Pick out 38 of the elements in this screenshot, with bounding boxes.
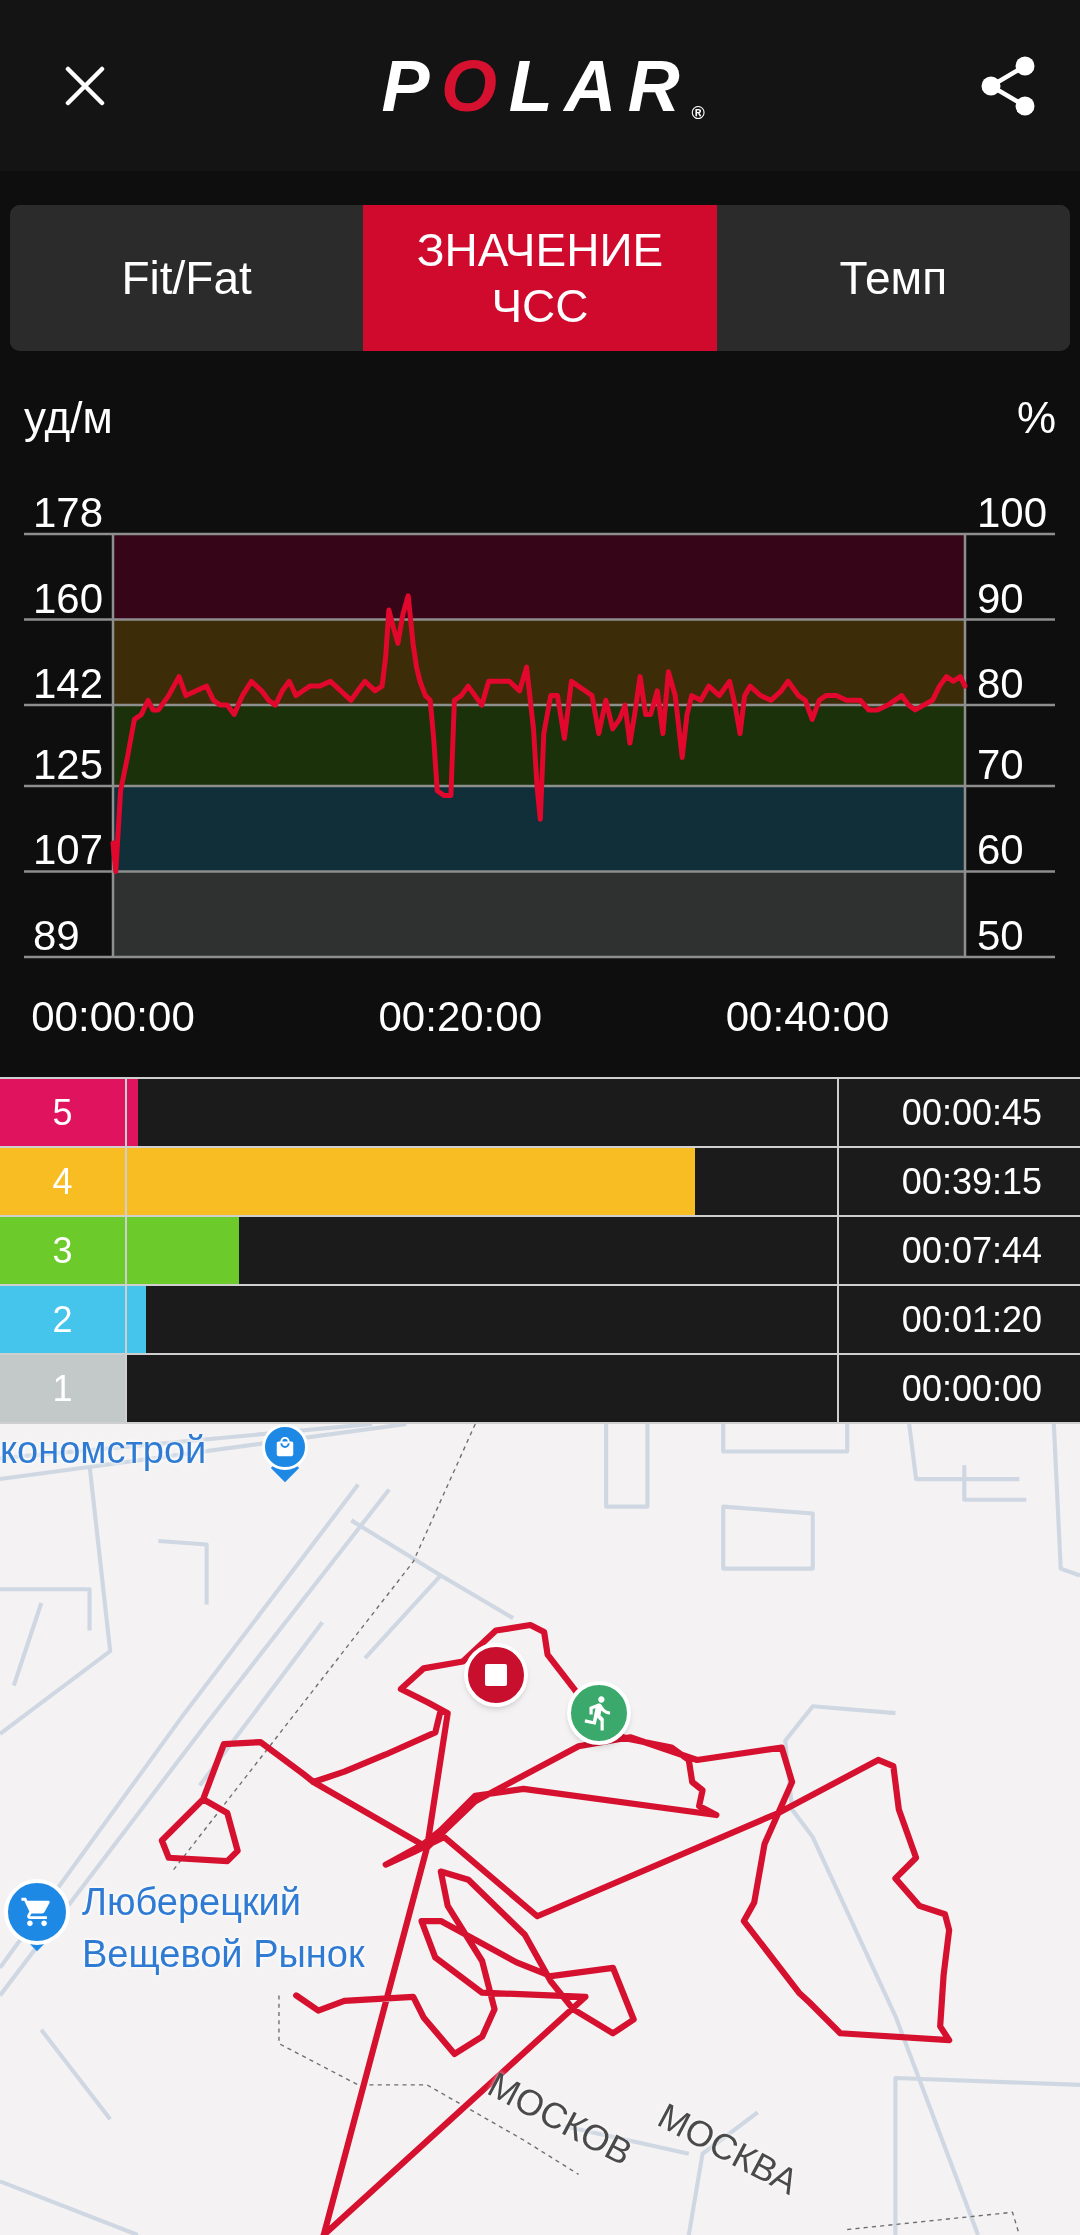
close-icon [65,65,105,106]
zone-time: 00:39:15 [837,1148,1080,1215]
percent-tick-label: 60 [977,826,1024,874]
tab[interactable]: ЗНАЧЕНИЕ ЧСС [363,205,717,351]
share-button[interactable] [981,55,1035,116]
stop-marker-icon [464,1643,528,1707]
percent-tick-label: 90 [977,574,1024,622]
y-tick-label: 125 [33,740,104,788]
y-tick-label: 160 [33,574,104,622]
close-button[interactable] [65,65,105,106]
x-tick-label: 00:20:00 [378,993,542,1040]
zone-number-cell: 4 [0,1148,125,1215]
brand-logo: POLAR® [381,49,705,122]
runner-marker-icon [567,1681,631,1745]
zone-time: 00:01:20 [837,1286,1080,1353]
y-axis-unit: уд/м [24,393,113,443]
place-label: Люберецкий Вещевой Рынок [82,1880,366,1977]
zone-number-cell: 3 [0,1217,125,1284]
y-tick-label: 142 [33,660,104,708]
x-tick-label: 00:40:00 [725,993,890,1040]
share-icon [981,55,1035,116]
zone-number-cell: 1 [0,1355,125,1422]
y-tick-label: 89 [33,912,80,959]
zone-number-cell: 2 [0,1286,125,1353]
zone-time: 00:07:44 [837,1217,1080,1284]
zone-number-cell: 5 [0,1079,125,1146]
y-tick-label: 107 [33,826,104,874]
percent-tick-label: 70 [977,740,1024,788]
percent-tick-label: 50 [977,912,1024,959]
percent-tick-label: 80 [977,660,1024,708]
zone-time: 00:00:45 [837,1079,1080,1146]
percent-axis-unit: % [1016,393,1056,443]
x-tick-label: 00:00:00 [31,993,195,1040]
y-tick-label: 178 [33,489,104,536]
zone-time: 00:00:00 [837,1355,1080,1422]
map-pin-icon [262,1424,308,1480]
place-label: кономстрой [0,1428,207,1473]
percent-tick-label: 100 [977,489,1048,536]
